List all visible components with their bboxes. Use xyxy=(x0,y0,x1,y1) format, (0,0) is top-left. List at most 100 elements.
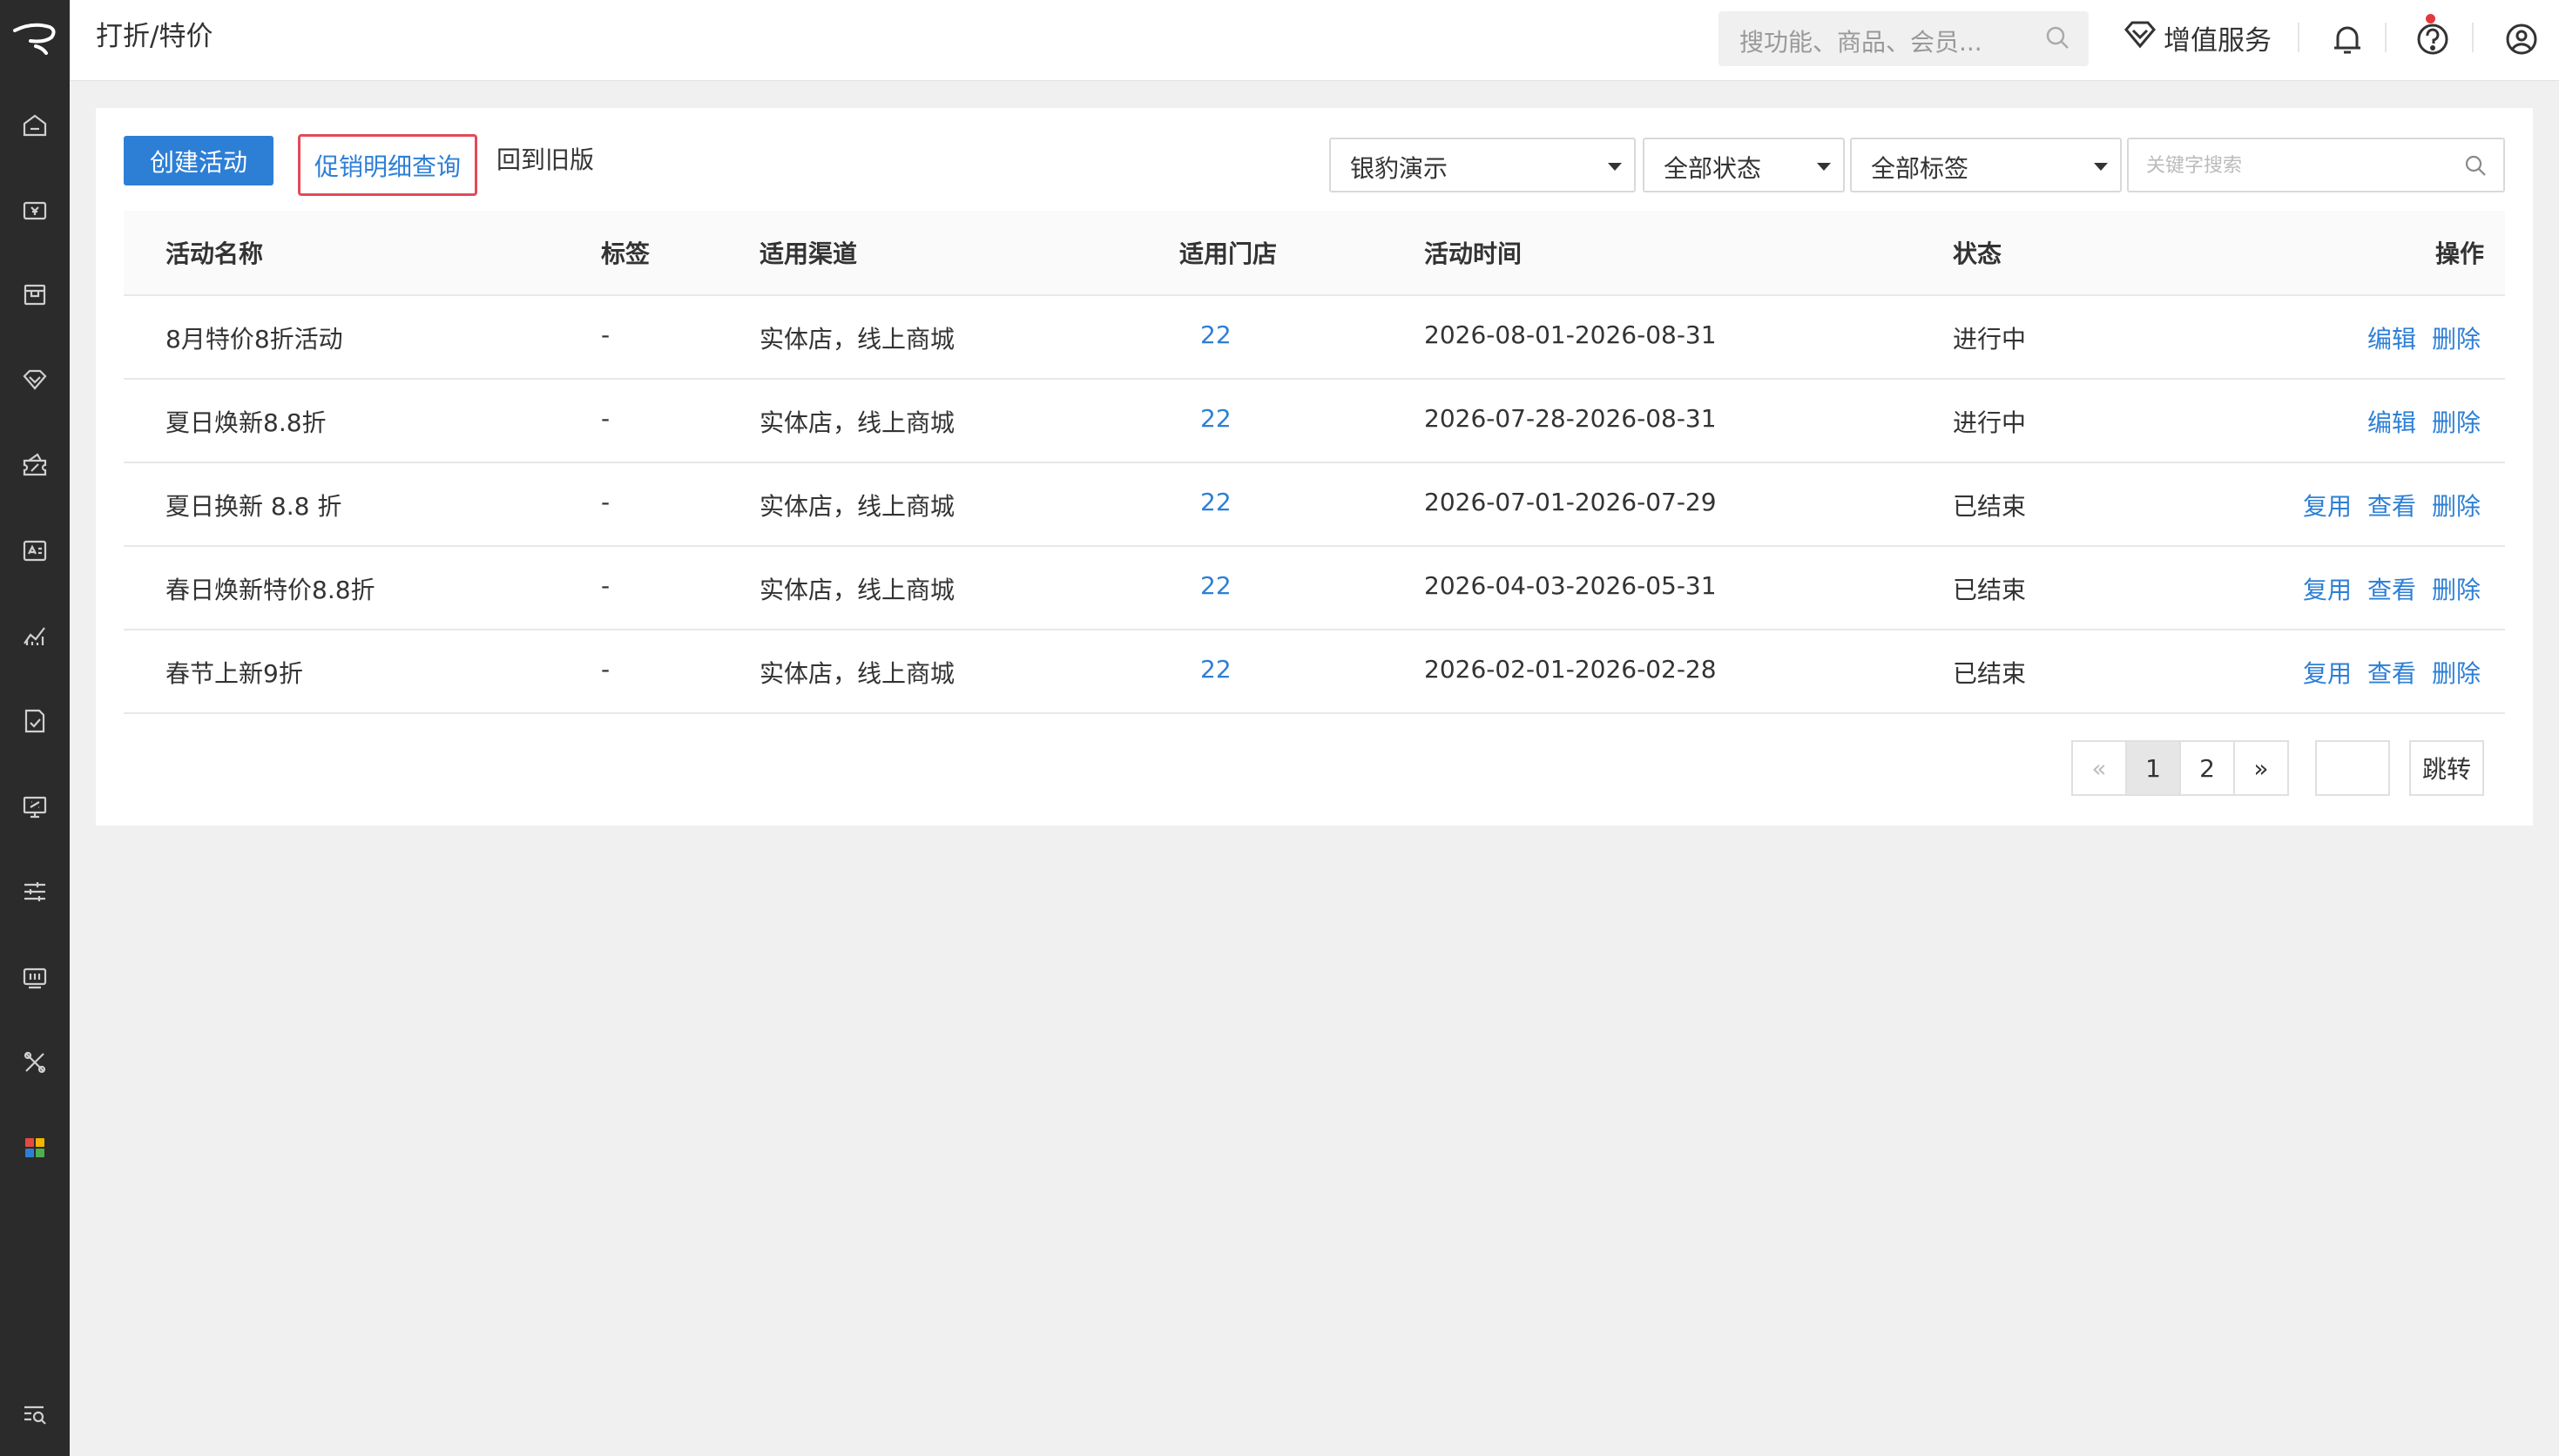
search-icon[interactable] xyxy=(2043,24,2071,55)
table-row: 夏日换新 8.8 折 - 实体店，线上商城 22 2026-07-01-2026… xyxy=(124,463,2505,547)
page-jump-input[interactable] xyxy=(2315,740,2390,796)
activity-time: 2026-07-28-2026-08-31 xyxy=(1424,404,1717,433)
user-avatar-icon[interactable] xyxy=(2502,19,2542,59)
logo-icon[interactable] xyxy=(0,0,70,75)
view-link[interactable]: 查看 xyxy=(2367,571,2416,606)
column-header-ops: 操作 xyxy=(2434,239,2484,268)
status-select[interactable]: 全部状态 xyxy=(1643,138,1845,192)
tools-icon[interactable] xyxy=(17,1045,52,1080)
store-count-link[interactable]: 22 xyxy=(1200,655,1232,684)
activity-status: 进行中 xyxy=(1953,408,2027,437)
activity-tag: - xyxy=(601,571,611,600)
activity-tag: - xyxy=(601,488,611,516)
activity-time: 2026-07-01-2026-07-29 xyxy=(1424,488,1717,516)
divider xyxy=(2385,23,2387,52)
table-header: 活动名称 标签 适用渠道 适用门店 活动时间 状态 操作 xyxy=(124,211,2505,296)
store-count-link[interactable]: 22 xyxy=(1200,488,1232,516)
value-added-service-button[interactable]: 增值服务 xyxy=(2123,17,2272,57)
staff-card-icon[interactable] xyxy=(17,533,52,568)
page-button-2[interactable]: 2 xyxy=(2179,740,2235,796)
delete-link[interactable]: 删除 xyxy=(2432,404,2481,439)
promotion-coupon-icon[interactable] xyxy=(17,448,52,482)
promotion-detail-query-button[interactable]: 促销明细查询 xyxy=(298,134,477,196)
delete-link[interactable]: 删除 xyxy=(2432,488,2481,522)
delete-link[interactable]: 删除 xyxy=(2432,320,2481,355)
activity-channel: 实体店，线上商城 xyxy=(760,492,955,521)
activity-channel: 实体店，线上商城 xyxy=(760,576,955,604)
help-icon[interactable] xyxy=(2413,19,2453,59)
tag-select-value: 全部标签 xyxy=(1871,154,1969,183)
store-count-link[interactable]: 22 xyxy=(1200,571,1232,600)
caret-down-icon xyxy=(1608,163,1622,171)
activity-tag: - xyxy=(601,404,611,433)
view-link[interactable]: 查看 xyxy=(2367,655,2416,690)
tag-select[interactable]: 全部标签 xyxy=(1850,138,2122,192)
table-row: 春节上新9折 - 实体店，线上商城 22 2026-02-01-2026-02-… xyxy=(124,630,2505,714)
back-to-old-version-link[interactable]: 回到旧版 xyxy=(496,143,594,178)
store-select[interactable]: 银豹演示 xyxy=(1329,138,1636,192)
delete-link[interactable]: 删除 xyxy=(2432,655,2481,690)
edit-link[interactable]: 编辑 xyxy=(2367,320,2416,355)
apps-grid-icon[interactable] xyxy=(17,1130,52,1165)
page-jump-button[interactable]: 跳转 xyxy=(2409,740,2484,796)
bell-icon[interactable] xyxy=(2327,19,2367,59)
value-added-service-label: 增值服务 xyxy=(2164,24,2272,57)
activity-channel: 实体店，线上商城 xyxy=(760,408,955,437)
document-check-icon[interactable] xyxy=(17,704,52,738)
activity-name: 夏日换新 8.8 折 xyxy=(165,492,342,521)
sidebar xyxy=(0,0,70,1456)
view-link[interactable]: 查看 xyxy=(2367,488,2416,522)
page-button-1[interactable]: 1 xyxy=(2125,740,2181,796)
reuse-link[interactable]: 复用 xyxy=(2303,655,2352,690)
global-search-placeholder: 搜功能、商品、会员... xyxy=(1739,28,1982,57)
next-page-button[interactable]: » xyxy=(2233,740,2289,796)
activity-name: 春日焕新特价8.8折 xyxy=(165,576,375,604)
table-row: 夏日焕新8.8折 - 实体店，线上商城 22 2026-07-28-2026-0… xyxy=(124,380,2505,463)
row-actions: 复用 查看 删除 xyxy=(2303,488,2481,522)
row-actions: 编辑 删除 xyxy=(2367,320,2481,355)
row-actions: 编辑 删除 xyxy=(2367,404,2481,439)
cashier-icon[interactable] xyxy=(17,193,52,228)
activity-status: 进行中 xyxy=(1953,325,2027,354)
report-chart-icon[interactable] xyxy=(17,618,52,653)
create-activity-button[interactable]: 创建活动 xyxy=(124,136,273,185)
keyword-search-input[interactable] xyxy=(2146,152,2442,179)
activity-channel: 实体店，线上商城 xyxy=(760,659,955,688)
home-icon[interactable] xyxy=(17,108,52,143)
store-count-link[interactable]: 22 xyxy=(1200,320,1232,349)
prev-page-button[interactable]: « xyxy=(2071,740,2127,796)
reuse-link[interactable]: 复用 xyxy=(2303,488,2352,522)
diamond-icon xyxy=(2123,19,2157,56)
global-search-input[interactable]: 搜功能、商品、会员... xyxy=(1718,11,2089,66)
activity-status: 已结束 xyxy=(1953,576,2027,604)
edit-link[interactable]: 编辑 xyxy=(2367,404,2416,439)
activity-tag: - xyxy=(601,320,611,349)
caret-down-icon xyxy=(2094,163,2108,171)
activity-status: 已结束 xyxy=(1953,659,2027,688)
settings-sliders-icon[interactable] xyxy=(17,874,52,909)
online-store-icon[interactable] xyxy=(17,789,52,824)
member-diamond-icon[interactable] xyxy=(17,362,52,397)
device-icon[interactable] xyxy=(17,960,52,994)
delete-link[interactable]: 删除 xyxy=(2432,571,2481,606)
activity-name: 8月特价8折活动 xyxy=(165,325,343,354)
main-card: 创建活动 促销明细查询 回到旧版 银豹演示 全部状态 全部标签 活动名称 标签 … xyxy=(96,108,2533,826)
reuse-link[interactable]: 复用 xyxy=(2303,571,2352,606)
column-header-stores: 适用门店 xyxy=(1179,239,1278,268)
activity-time: 2026-02-01-2026-02-28 xyxy=(1424,655,1717,684)
table-row: 8月特价8折活动 - 实体店，线上商城 22 2026-08-01-2026-0… xyxy=(124,296,2505,380)
row-actions: 复用 查看 删除 xyxy=(2303,655,2481,690)
column-header-status: 状态 xyxy=(1953,239,2002,268)
top-bar: 打折/特价 搜功能、商品、会员... 增值服务 xyxy=(70,0,2559,81)
keyword-search-field[interactable] xyxy=(2127,138,2505,192)
column-header-channel: 适用渠道 xyxy=(760,239,858,268)
activity-tag: - xyxy=(601,655,611,684)
goods-box-icon[interactable] xyxy=(17,277,52,312)
menu-search-icon[interactable] xyxy=(17,1397,52,1432)
column-header-tag: 标签 xyxy=(601,239,651,268)
table-row: 春日焕新特价8.8折 - 实体店，线上商城 22 2026-04-03-2026… xyxy=(124,547,2505,630)
activity-channel: 实体店，线上商城 xyxy=(760,325,955,354)
store-count-link[interactable]: 22 xyxy=(1200,404,1232,433)
status-select-value: 全部状态 xyxy=(1664,154,1762,183)
search-icon[interactable] xyxy=(2463,153,2488,181)
